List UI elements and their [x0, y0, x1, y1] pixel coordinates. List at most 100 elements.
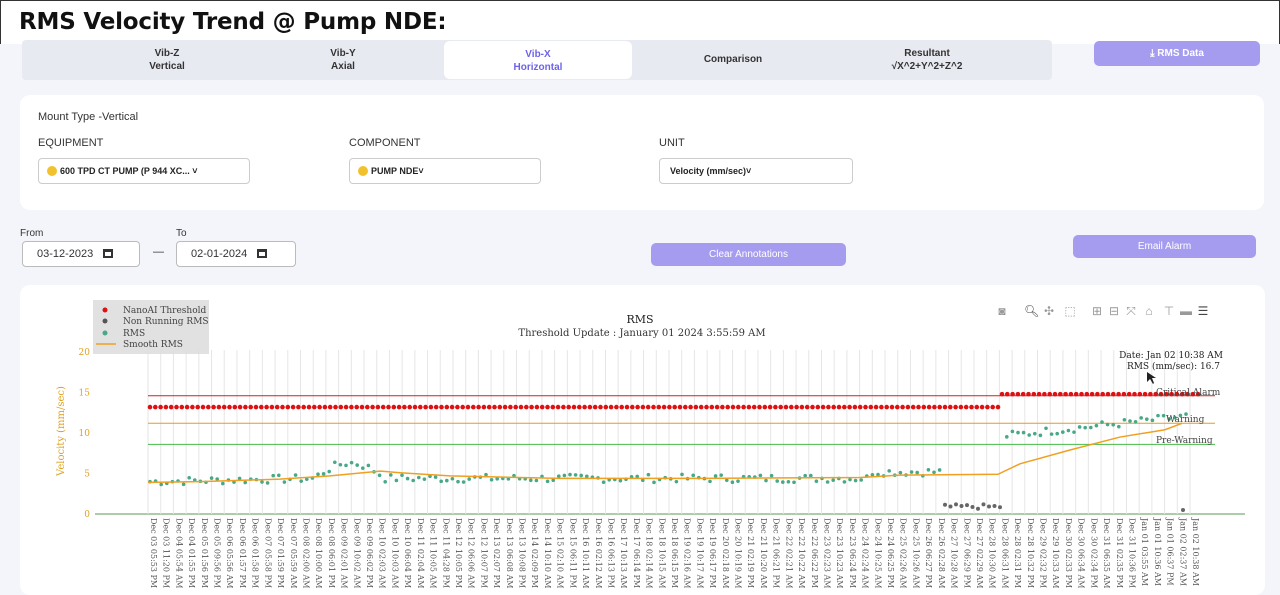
nanoai-threshold-point — [804, 404, 810, 410]
nanoai-threshold-point — [471, 404, 476, 410]
nanoai-threshold-point — [683, 404, 688, 410]
rms-point — [842, 480, 847, 484]
nanoai-threshold-point — [534, 404, 540, 410]
nanoai-threshold-point — [937, 404, 942, 410]
nanoai-threshold-point — [508, 404, 513, 410]
x-tick-label: Dec 20 02:18 AM — [721, 518, 730, 588]
spike-lines-icon[interactable]: ⊤ — [1163, 305, 1175, 317]
nanoai-threshold-point — [333, 404, 338, 410]
camera-icon[interactable]: ◙ — [996, 305, 1008, 317]
hover-closest-icon[interactable]: ▬ — [1180, 305, 1192, 317]
x-tick-label: Dec 14 10:10 AM — [543, 518, 552, 588]
nanoai-threshold-point — [783, 404, 789, 410]
legend-nanoai-threshold[interactable]: NanoAI Threshold — [123, 306, 207, 316]
x-tick-label: Dec 22 10:22 AM — [797, 518, 806, 588]
rms-point — [394, 478, 399, 483]
nanoai-threshold-point — [751, 404, 757, 410]
zoom-icon[interactable]: 🔍︎ — [1024, 305, 1039, 317]
nanoai-threshold-point — [852, 404, 858, 410]
legend-non-running-rms[interactable]: Non Running RMS — [123, 317, 209, 327]
nanoai-threshold-point — [195, 404, 200, 410]
x-tick-label: Dec 30 02:34 PM — [1089, 518, 1098, 588]
x-tick-label: Dec 15 06:11 PM — [568, 518, 577, 588]
pan-icon[interactable]: ✣ — [1043, 305, 1055, 317]
nanoai-threshold-point — [418, 404, 423, 410]
nanoai-threshold-point — [1095, 391, 1100, 397]
nanoai-threshold-point — [1052, 391, 1058, 397]
nanoai-threshold-point — [635, 404, 640, 410]
x-tick-label: Jan 01 06:37 PM — [1166, 517, 1175, 586]
x-tick-label: Dec 11 02:04 AM — [416, 518, 425, 588]
rms-point — [1139, 416, 1143, 420]
nanoai-threshold-point — [651, 404, 656, 410]
x-tick-label: Dec 31 10:36 PM — [1127, 518, 1136, 588]
rms-point — [853, 478, 858, 483]
legend-smooth-rms[interactable]: Smooth RMS — [123, 340, 183, 350]
rms-point — [674, 479, 679, 484]
non-running-rms-point — [965, 503, 969, 508]
nanoai-threshold-point — [433, 404, 439, 410]
nanoai-threshold-point — [190, 404, 195, 410]
nanoai-threshold-point — [1121, 391, 1127, 397]
rms-point — [898, 470, 903, 475]
x-tick-label: Dec 21 10:20 AM — [759, 518, 768, 588]
rms-point — [355, 463, 360, 467]
nanoai-threshold-point — [423, 404, 428, 410]
rms-point — [344, 463, 348, 468]
non-running-rms-point — [1181, 507, 1185, 512]
box-select-icon[interactable]: ⬚ — [1064, 305, 1076, 317]
x-tick-label: Dec 03 05:53 PM — [149, 518, 158, 588]
rms-point — [1117, 424, 1121, 429]
nanoai-threshold-point — [1105, 391, 1111, 397]
pre-warning-label: Pre-Warning — [1156, 436, 1213, 446]
hover-value: RMS (mm/sec): 16.7 — [1127, 361, 1220, 372]
nanoai-threshold-point — [1111, 391, 1116, 397]
nanoai-threshold-point — [614, 404, 619, 410]
x-tick-label: Dec 10 10:03 AM — [390, 518, 399, 588]
x-tick-label: Dec 13 06:08 AM — [505, 518, 514, 588]
rms-point — [579, 473, 583, 478]
nanoai-threshold-point — [921, 404, 927, 410]
nanoai-threshold-point — [375, 404, 381, 410]
rms-point — [764, 478, 768, 483]
nanoai-threshold-point — [439, 404, 444, 410]
rms-point — [260, 480, 264, 484]
nanoai-threshold-point — [221, 404, 227, 410]
nanoai-threshold-point — [359, 404, 365, 410]
nanoai-threshold-point — [1058, 391, 1063, 397]
nanoai-threshold-point — [545, 404, 550, 410]
legend-rms[interactable]: RMS — [123, 329, 145, 339]
nanoai-threshold-point — [999, 391, 1005, 397]
hover-compare-icon[interactable]: ☰ — [1197, 305, 1209, 317]
non-running-rms-point — [970, 505, 975, 510]
smooth-rms-line — [147, 422, 1183, 484]
nanoai-threshold-point — [465, 404, 471, 410]
nanoai-threshold-point — [926, 404, 932, 410]
rms-point — [1016, 430, 1020, 435]
rms-point — [1083, 425, 1087, 430]
nanoai-threshold-point — [1148, 391, 1153, 397]
rms-point — [562, 473, 567, 478]
rms-point — [1150, 418, 1155, 423]
nanoai-threshold-point — [661, 404, 667, 410]
home-icon[interactable]: ⌂ — [1143, 305, 1155, 317]
rms-point — [400, 473, 404, 478]
nanoai-threshold-point — [354, 404, 360, 410]
x-tick-label: Dec 19 06:17 PM — [708, 518, 717, 588]
nanoai-threshold-point — [1063, 391, 1068, 397]
zoom-in-icon[interactable]: ⊞ — [1091, 305, 1103, 317]
nanoai-threshold-point — [910, 404, 916, 410]
x-tick-label: Dec 09 10:02 AM — [352, 518, 361, 588]
nanoai-threshold-point — [587, 404, 593, 410]
nanoai-threshold-point — [963, 404, 969, 410]
x-tick-label: Dec 23 06:24 PM — [848, 518, 857, 588]
autoscale-icon[interactable]: ⤧ — [1125, 305, 1137, 317]
nanoai-threshold-point — [831, 404, 836, 410]
rms-point — [1161, 413, 1166, 418]
rms-point — [809, 473, 813, 478]
rms-point — [568, 472, 572, 477]
rms-point — [786, 479, 791, 484]
nanoai-threshold-point — [147, 404, 153, 410]
rms-point — [758, 473, 763, 478]
zoom-out-icon[interactable]: ⊟ — [1108, 305, 1120, 317]
